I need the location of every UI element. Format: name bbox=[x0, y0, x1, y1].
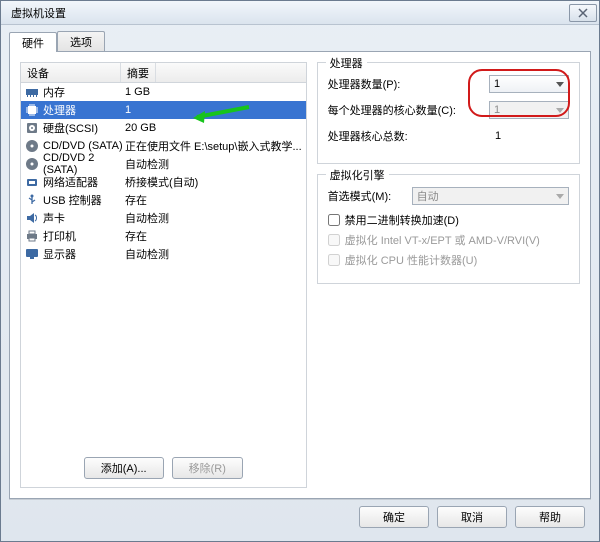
disk-icon bbox=[25, 121, 39, 135]
device-summary: 存在 bbox=[125, 192, 302, 208]
remove-device-button: 移除(R) bbox=[172, 457, 243, 479]
device-row-usb[interactable]: USB 控制器 存在 bbox=[21, 191, 306, 209]
virtualize-vt-checkbox: 虚拟化 Intel VT-x/EPT 或 AMD-V/RVI(V) bbox=[328, 231, 569, 249]
device-row-sound[interactable]: 声卡 自动检测 bbox=[21, 209, 306, 227]
virtualize-vt-input bbox=[328, 234, 340, 246]
processor-count-combo[interactable]: 1 bbox=[489, 75, 569, 93]
device-summary: 桥接模式(自动) bbox=[125, 174, 302, 190]
device-summary: 存在 bbox=[125, 228, 302, 244]
column-summary[interactable]: 摘要 bbox=[121, 63, 156, 82]
device-summary: 正在使用文件 E:\setup\嵌入式教学... bbox=[125, 138, 302, 154]
device-name: 声卡 bbox=[43, 210, 65, 226]
processor-count-label: 处理器数量(P): bbox=[328, 76, 483, 92]
disable-binary-translation-checkbox[interactable]: 禁用二进制转换加速(D) bbox=[328, 211, 569, 229]
device-row-cd[interactable]: CD/DVD 2 (SATA)自动检测 bbox=[21, 155, 306, 173]
column-device[interactable]: 设备 bbox=[21, 63, 121, 82]
device-list-header: 设备 摘要 bbox=[21, 63, 306, 83]
device-summary: 自动检测 bbox=[125, 246, 302, 262]
device-row-memory[interactable]: 内存 1 GB bbox=[21, 83, 306, 101]
device-row-net[interactable]: 网络适配器 桥接模式(自动) bbox=[21, 173, 306, 191]
device-name: 处理器 bbox=[43, 102, 76, 118]
printer-icon bbox=[25, 229, 39, 243]
window-title: 虚拟机设置 bbox=[3, 5, 66, 21]
device-list[interactable]: 内存 1 GB 处理器 1 硬盘(SCSI) 20 GBCD/DVD (SATA)正在使用… bbox=[21, 83, 306, 449]
virtualization-group: 虚拟化引擎 首选模式(M): 自动 禁用二进制转换加速(D) 虚拟化 Intel… bbox=[317, 174, 580, 284]
cancel-button[interactable]: 取消 bbox=[437, 506, 507, 528]
virtualize-cpu-counters-checkbox: 虚拟化 CPU 性能计数器(U) bbox=[328, 251, 569, 269]
tab-strip: 硬件 选项 bbox=[9, 31, 591, 51]
device-row-display[interactable]: 显示器 自动检测 bbox=[21, 245, 306, 263]
preferred-mode-combo: 自动 bbox=[412, 187, 569, 205]
titlebar[interactable]: 虚拟机设置 bbox=[1, 1, 599, 25]
device-summary: 自动检测 bbox=[125, 156, 302, 172]
device-summary: 1 bbox=[125, 104, 302, 116]
settings-column: 处理器 处理器数量(P): 1 每个处理器的核心数量(C): 1 处理器核心总数… bbox=[317, 62, 580, 488]
device-name: CD/DVD 2 (SATA) bbox=[43, 152, 125, 176]
net-icon bbox=[25, 175, 39, 189]
device-name: 显示器 bbox=[43, 246, 76, 262]
vm-settings-window: 虚拟机设置 硬件 选项 设备 摘要 内存 1 GB 处理器 1 硬盘(SCSI) 20 G… bbox=[0, 0, 600, 542]
disable-binary-translation-input[interactable] bbox=[328, 214, 340, 226]
hardware-panel: 设备 摘要 内存 1 GB 处理器 1 硬盘(SCSI) 20 GBCD/DVD (SAT… bbox=[9, 51, 591, 499]
preferred-mode-label: 首选模式(M): bbox=[328, 188, 406, 204]
client-area: 硬件 选项 设备 摘要 内存1 GB处理器1硬盘(SCSI)20 GBCD/DV… bbox=[1, 25, 599, 541]
ok-button[interactable]: 确定 bbox=[359, 506, 429, 528]
cd-icon bbox=[25, 139, 39, 153]
cpu-icon bbox=[25, 103, 39, 117]
device-name: CD/DVD (SATA) bbox=[43, 140, 123, 152]
display-icon bbox=[25, 247, 39, 261]
total-cores-label: 处理器核心总数: bbox=[328, 128, 483, 144]
device-name: 内存 bbox=[43, 84, 65, 100]
close-button[interactable] bbox=[569, 4, 597, 22]
cores-per-processor-combo: 1 bbox=[489, 101, 569, 119]
cores-per-processor-label: 每个处理器的核心数量(C): bbox=[328, 102, 483, 118]
device-summary: 1 GB bbox=[125, 86, 302, 98]
usb-icon bbox=[25, 193, 39, 207]
device-name: 打印机 bbox=[43, 228, 76, 244]
device-name: USB 控制器 bbox=[43, 192, 102, 208]
dialog-buttons: 确定 取消 帮助 bbox=[9, 499, 591, 533]
virtualization-group-title: 虚拟化引擎 bbox=[326, 167, 389, 183]
total-cores-value: 1 bbox=[489, 130, 569, 142]
device-summary: 20 GB bbox=[125, 122, 302, 134]
device-summary: 自动检测 bbox=[125, 210, 302, 226]
virtualize-cpu-counters-input bbox=[328, 254, 340, 266]
device-name: 硬盘(SCSI) bbox=[43, 120, 98, 136]
processors-group: 处理器 处理器数量(P): 1 每个处理器的核心数量(C): 1 处理器核心总数… bbox=[317, 62, 580, 164]
processors-group-title: 处理器 bbox=[326, 55, 367, 71]
add-device-button[interactable]: 添加(A)... bbox=[84, 457, 164, 479]
memory-icon bbox=[25, 85, 39, 99]
device-list-frame: 设备 摘要 内存 1 GB 处理器 1 硬盘(SCSI) 20 GBCD/DVD (SAT… bbox=[20, 62, 307, 488]
tab-hardware[interactable]: 硬件 bbox=[9, 32, 57, 52]
device-buttons: 添加(A)... 移除(R) bbox=[21, 449, 306, 487]
tab-options[interactable]: 选项 bbox=[57, 31, 105, 51]
help-button[interactable]: 帮助 bbox=[515, 506, 585, 528]
device-name: 网络适配器 bbox=[43, 174, 98, 190]
cd-icon bbox=[25, 157, 39, 171]
device-row-cpu[interactable]: 处理器 1 bbox=[21, 101, 306, 119]
device-row-disk[interactable]: 硬盘(SCSI) 20 GB bbox=[21, 119, 306, 137]
sound-icon bbox=[25, 211, 39, 225]
device-row-printer[interactable]: 打印机 存在 bbox=[21, 227, 306, 245]
